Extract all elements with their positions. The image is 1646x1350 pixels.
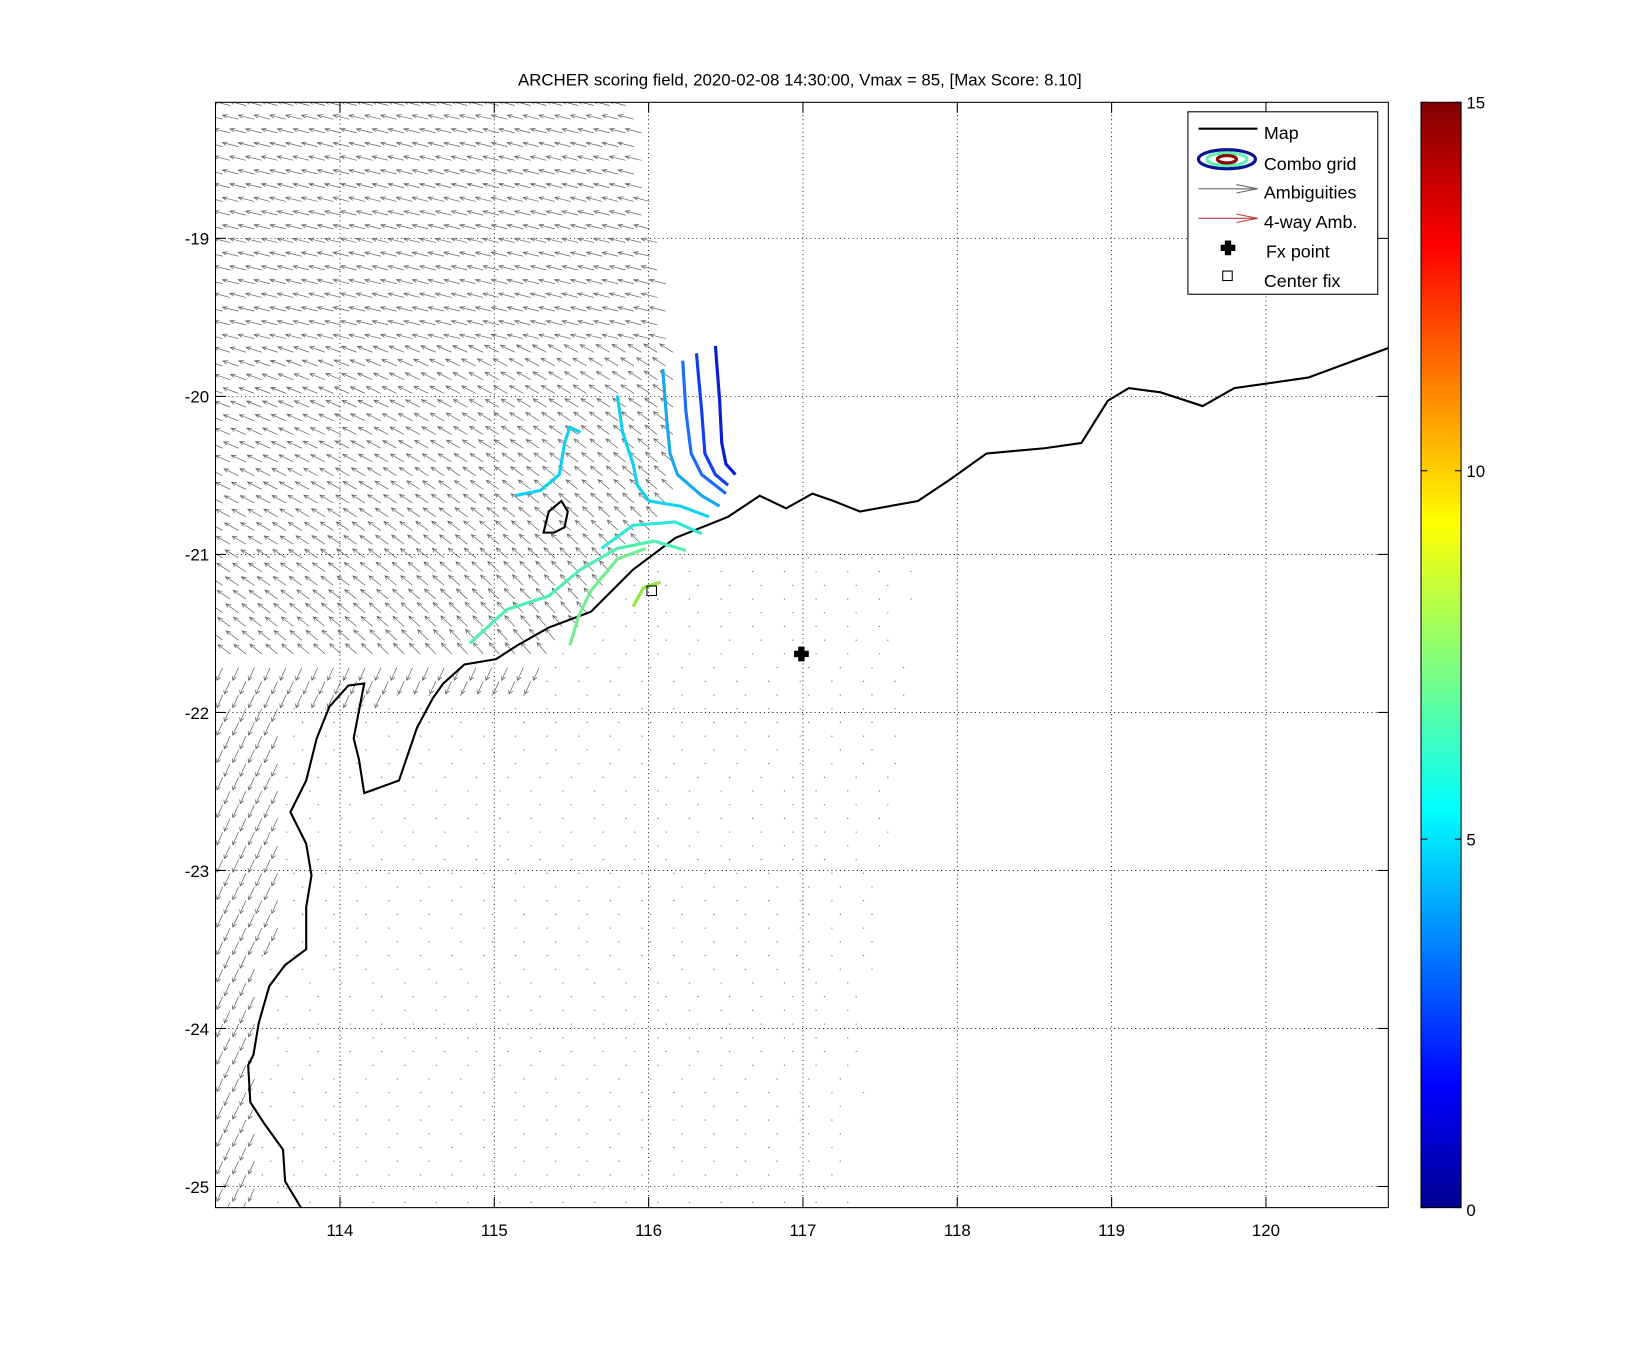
y-tick-label: -19 xyxy=(185,230,209,249)
y-tick-label: -21 xyxy=(185,546,209,565)
legend-label-4way: 4-way Amb. xyxy=(1264,212,1358,232)
y-tick-label: -23 xyxy=(185,862,209,881)
legend-label-center-fix: Center fix xyxy=(1264,271,1341,291)
legend-label-map: Map xyxy=(1264,123,1299,143)
legend-label-combo-grid: Combo grid xyxy=(1264,154,1357,174)
x-tick-label: 120 xyxy=(1252,1221,1280,1240)
colorbar: 0 5 10 15 xyxy=(1420,94,1485,1220)
legend-label-ambiguities: Ambiguities xyxy=(1264,182,1357,202)
legend-label-fx-point: Fx point xyxy=(1266,241,1330,261)
y-tick-label: -24 xyxy=(185,1020,209,1039)
x-tick-label: 114 xyxy=(327,1221,354,1240)
colorbar-tick-label: 10 xyxy=(1466,462,1485,481)
colorbar-tick-label: 5 xyxy=(1466,831,1475,850)
x-tick-label: 116 xyxy=(635,1221,662,1240)
y-tick-label: -25 xyxy=(185,1178,209,1197)
x-tick-label: 115 xyxy=(481,1221,508,1240)
colorbar-tick-label: 15 xyxy=(1466,94,1485,113)
chart-title: ARCHER scoring field, 2020-02-08 14:30:0… xyxy=(518,70,1082,89)
x-tick-label: 119 xyxy=(1098,1221,1125,1240)
archer-scoring-figure: ARCHER scoring field, 2020-02-08 14:30:0… xyxy=(185,70,1485,1240)
legend: Map Combo grid Ambiguities 4-way Amb. Fx… xyxy=(1187,111,1379,295)
y-tick-label: -22 xyxy=(185,704,209,723)
y-tick-label: -20 xyxy=(185,388,209,407)
colorbar-tick-label: 0 xyxy=(1466,1201,1475,1220)
x-tick-label: 118 xyxy=(944,1221,971,1240)
x-tick-label: 117 xyxy=(790,1221,817,1240)
